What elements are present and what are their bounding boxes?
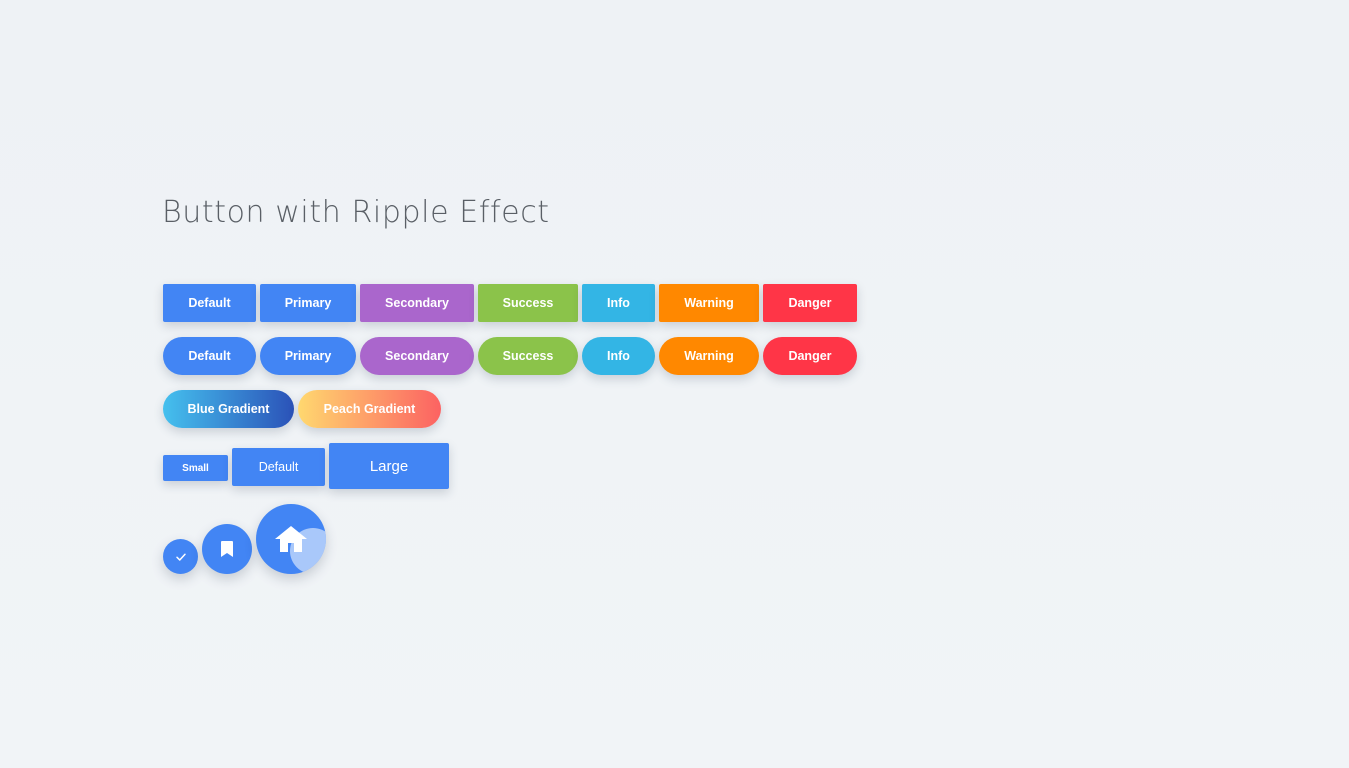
- default-rounded-button[interactable]: Default: [163, 337, 256, 375]
- success-button[interactable]: Success: [478, 284, 578, 322]
- info-button[interactable]: Info: [582, 284, 655, 322]
- danger-rounded-button[interactable]: Danger: [763, 337, 857, 375]
- bookmark-icon: [220, 540, 234, 558]
- large-button[interactable]: Large: [329, 443, 449, 489]
- home-fab-button[interactable]: [256, 504, 326, 574]
- info-rounded-button[interactable]: Info: [582, 337, 655, 375]
- bookmark-fab-button[interactable]: [202, 524, 252, 574]
- danger-button[interactable]: Danger: [763, 284, 857, 322]
- secondary-button[interactable]: Secondary: [360, 284, 474, 322]
- check-fab-button[interactable]: [163, 539, 198, 574]
- warning-button[interactable]: Warning: [659, 284, 759, 322]
- success-rounded-button[interactable]: Success: [478, 337, 578, 375]
- primary-rounded-button[interactable]: Primary: [260, 337, 356, 375]
- small-button[interactable]: Small: [163, 455, 228, 481]
- secondary-rounded-button[interactable]: Secondary: [360, 337, 474, 375]
- primary-button[interactable]: Primary: [260, 284, 356, 322]
- check-icon: [175, 551, 187, 563]
- default-button[interactable]: Default: [163, 284, 256, 322]
- peach-gradient-button[interactable]: Peach Gradient: [298, 390, 441, 428]
- warning-rounded-button[interactable]: Warning: [659, 337, 759, 375]
- page-title: Button with Ripple Effect: [162, 195, 550, 230]
- blue-gradient-button[interactable]: Blue Gradient: [163, 390, 294, 428]
- default-size-button[interactable]: Default: [232, 448, 325, 486]
- home-icon: [274, 524, 308, 554]
